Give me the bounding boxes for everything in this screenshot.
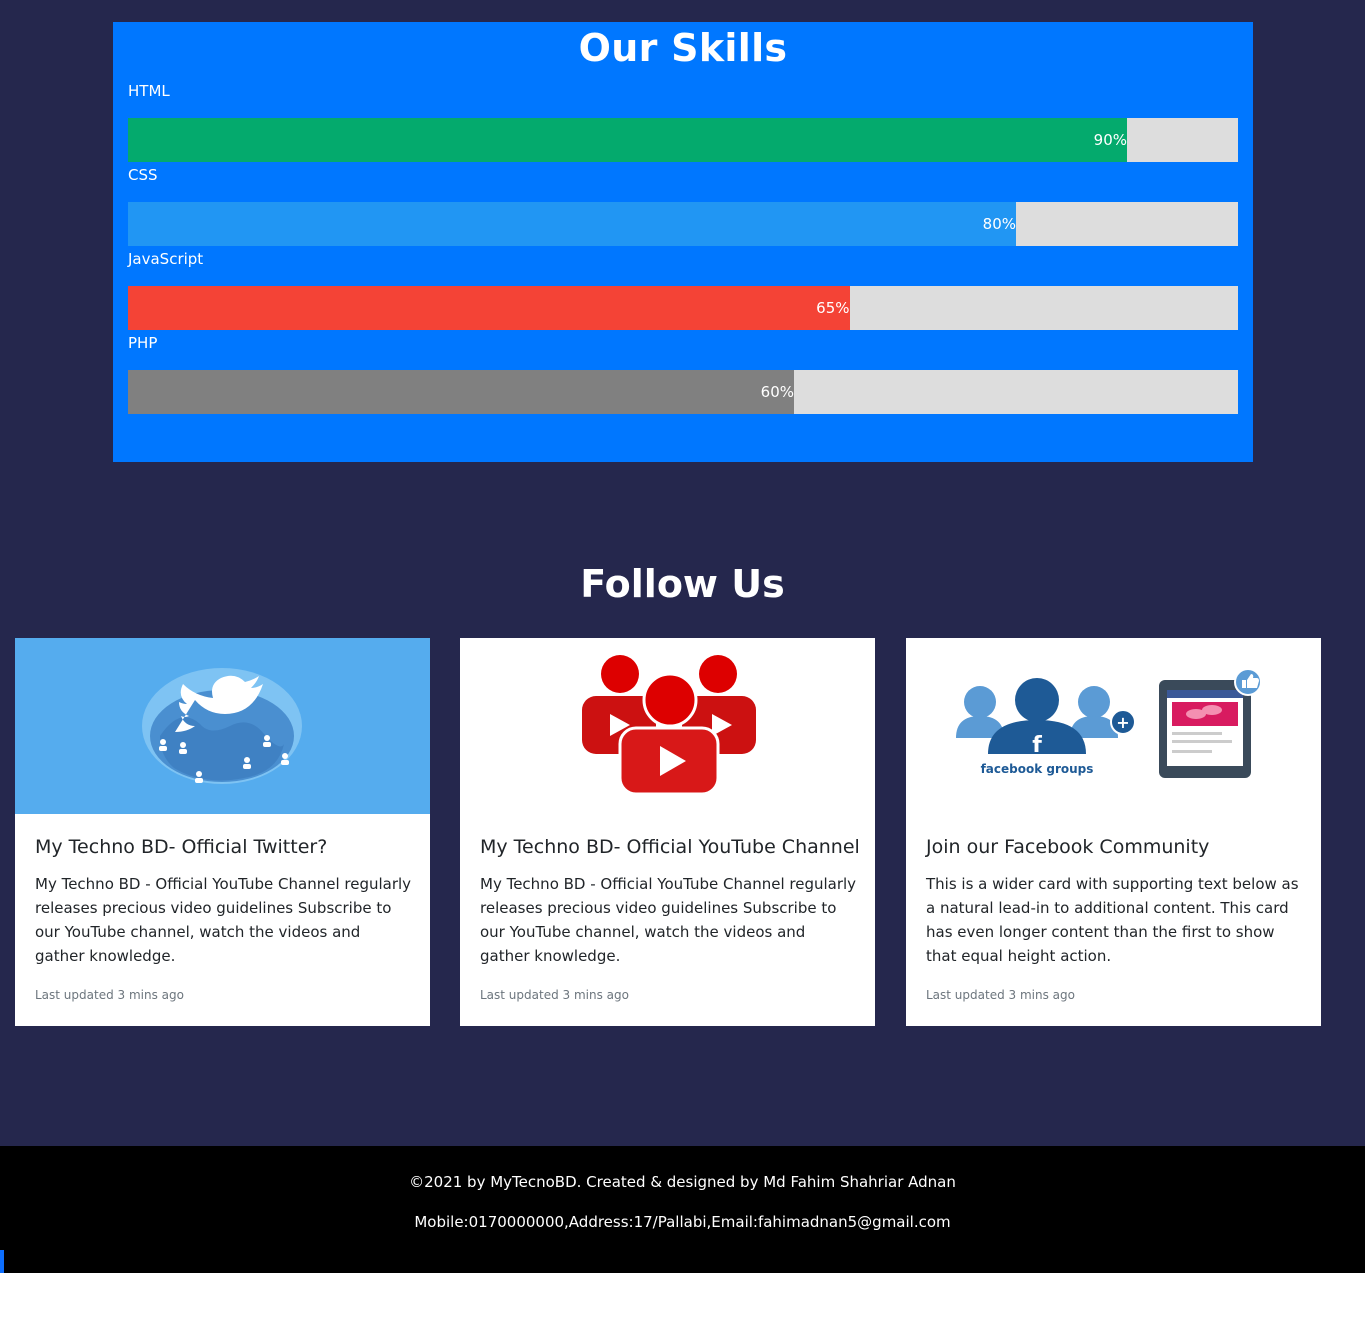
follow-us-title: Follow Us — [580, 562, 785, 606]
card-text: My Techno BD - Official YouTube Channel … — [480, 875, 857, 965]
footer-copyright: ©2021 by MyTecnoBD. Created & designed b… — [409, 1173, 956, 1191]
card-text: My Techno BD - Official YouTube Channel … — [35, 875, 412, 965]
card-text: This is a wider card with supporting tex… — [926, 875, 1299, 965]
facebook-groups-icon: f + facebook groups — [906, 638, 1321, 814]
card-title[interactable]: My Techno BD- Official YouTube Channel — [480, 834, 865, 860]
card-updated: Last updated 3 mins ago — [480, 988, 629, 1002]
youtube-card[interactable]: My Techno BD- Official YouTube Channel M… — [460, 638, 875, 1026]
skill-label-css: CSS — [128, 166, 158, 184]
twitter-globe-icon — [15, 638, 430, 814]
skill-bar-javascript: 65% — [128, 286, 1238, 330]
skill-bar-fill-css: 80% — [128, 202, 1016, 246]
skill-bar-html: 90% — [128, 118, 1238, 162]
skills-section: Our Skills HTML 90% CSS 80% JavaScript 6… — [113, 22, 1253, 462]
card-updated: Last updated 3 mins ago — [35, 988, 184, 1002]
svg-text:f: f — [1032, 733, 1042, 758]
skill-bar-fill-php: 60% — [128, 370, 794, 414]
footer-contact: Mobile:0170000000,Address:17/Pallabi,Ema… — [414, 1213, 951, 1231]
scroll-to-top-marker[interactable] — [0, 1250, 4, 1273]
svg-text:+: + — [1116, 713, 1129, 732]
footer: ©2021 by MyTecnoBD. Created & designed b… — [0, 1146, 1365, 1273]
card-updated: Last updated 3 mins ago — [926, 988, 1075, 1002]
skill-bar-fill-javascript: 65% — [128, 286, 850, 330]
skill-bar-fill-html: 90% — [128, 118, 1127, 162]
skill-label-php: PHP — [128, 334, 158, 352]
skill-bar-css: 80% — [128, 202, 1238, 246]
skill-bar-php: 60% — [128, 370, 1238, 414]
youtube-community-icon — [460, 638, 875, 814]
card-title[interactable]: My Techno BD- Official Twitter? — [35, 834, 420, 860]
facebook-card[interactable]: f + facebook groups Join our Facebook Co… — [906, 638, 1321, 1026]
svg-text:facebook groups: facebook groups — [981, 762, 1094, 776]
skill-label-html: HTML — [128, 82, 170, 100]
card-title[interactable]: Join our Facebook Community — [926, 834, 1311, 860]
skill-label-javascript: JavaScript — [128, 250, 204, 268]
twitter-card[interactable]: My Techno BD- Official Twitter? My Techn… — [15, 638, 430, 1026]
skills-title: Our Skills — [578, 26, 788, 70]
